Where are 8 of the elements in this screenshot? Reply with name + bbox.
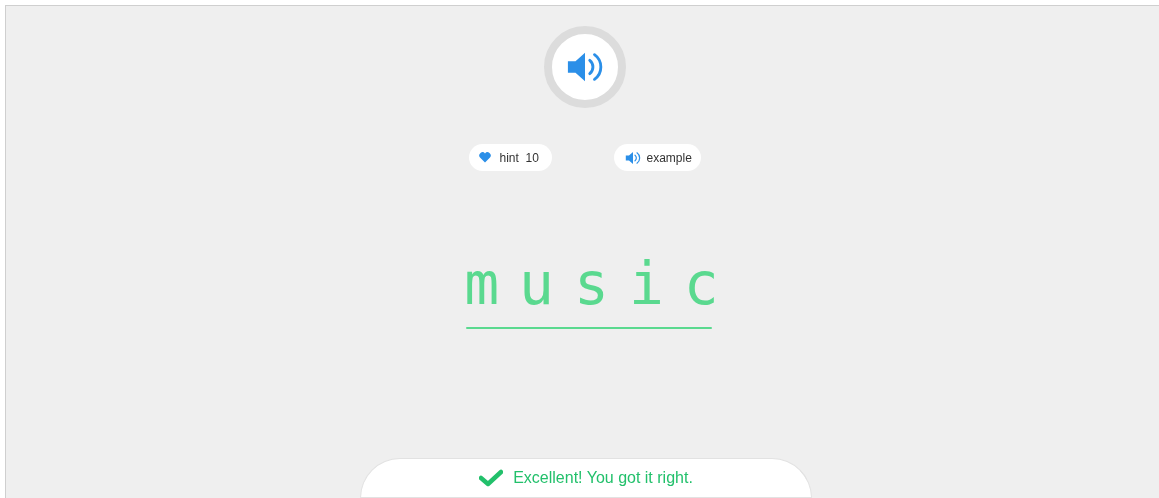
- heart-icon: [478, 152, 491, 163]
- speaker-icon: [565, 50, 604, 84]
- checkmark-icon: [479, 469, 504, 488]
- hint-button[interactable]: hint 10: [468, 144, 552, 171]
- speaker-icon: [624, 150, 641, 165]
- example-button[interactable]: example: [613, 144, 701, 171]
- feedback-message: Excellent! You got it right.: [513, 468, 693, 489]
- answer-word: music: [464, 249, 739, 319]
